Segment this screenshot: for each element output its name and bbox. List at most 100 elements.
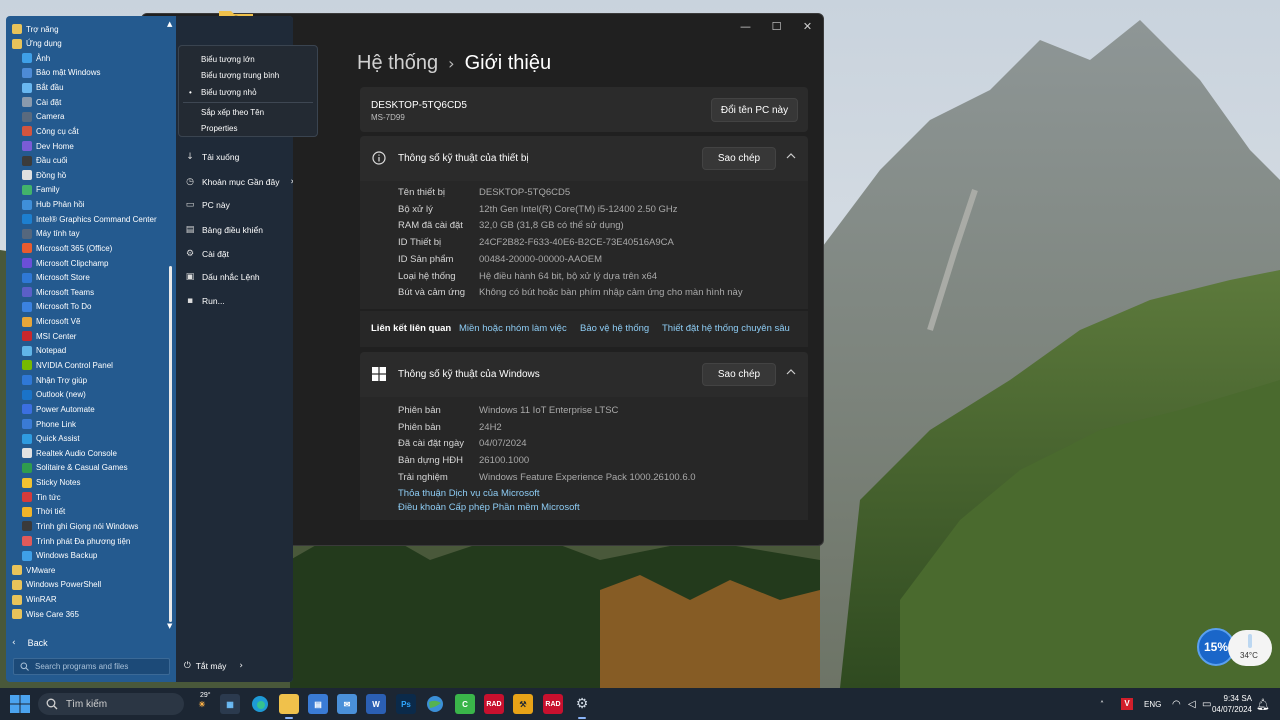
right-item-recent[interactable]: ◷ Khoản mục Gần đây ›: [184, 174, 293, 190]
rad-studio-icon[interactable]: RAD: [484, 694, 504, 714]
program-item[interactable]: Microsoft 365 (Office): [22, 241, 112, 255]
program-item[interactable]: Máy tính tay: [22, 227, 80, 241]
program-item[interactable]: Microsoft Vẽ: [22, 315, 80, 329]
program-item[interactable]: NVIDIA Control Panel: [22, 358, 113, 372]
program-item[interactable]: Bảo mật Windows: [22, 66, 100, 80]
toolbox-icon[interactable]: ⚒: [513, 694, 533, 714]
folder-item[interactable]: WinRAR: [12, 593, 57, 607]
menu-item-properties[interactable]: Properties: [201, 122, 237, 134]
notification-bell-icon[interactable]: 🔔︎: [1256, 688, 1270, 720]
program-item[interactable]: Windows Backup: [22, 549, 97, 563]
scroll-down-icon[interactable]: ▼: [167, 622, 172, 630]
right-item-control-panel[interactable]: ▤ Bảng điều khiển: [184, 222, 263, 238]
program-item[interactable]: Microsoft To Do: [22, 300, 91, 314]
link-microsoft-services-agreement[interactable]: Thỏa thuận Dịch vụ của Microsoft: [398, 488, 540, 499]
scroll-up-icon[interactable]: ▲: [167, 20, 172, 28]
program-item[interactable]: Notepad: [22, 344, 66, 358]
program-item[interactable]: Outlook (new): [22, 388, 86, 402]
photoshop-icon[interactable]: Ps: [396, 694, 416, 714]
program-item[interactable]: Phone Link: [22, 417, 76, 431]
scrollbar-thumb[interactable]: [169, 266, 172, 622]
settings-app-icon[interactable]: ⚙: [572, 694, 592, 714]
program-item[interactable]: Tin tức: [22, 490, 61, 504]
taskbar-clock[interactable]: 9:34 SA 04/07/2024: [1212, 693, 1252, 715]
program-item[interactable]: Bắt đầu: [22, 81, 64, 95]
program-item[interactable]: Nhận Trợ giúp: [22, 373, 87, 387]
mail-icon[interactable]: ✉: [337, 694, 357, 714]
wifi-icon[interactable]: ◠: [1172, 688, 1181, 720]
file-explorer-icon[interactable]: [279, 694, 299, 714]
link-advanced-system-settings[interactable]: Thiết đặt hệ thống chuyên sâu: [662, 323, 790, 334]
rename-pc-button[interactable]: Đổi tên PC này: [711, 98, 798, 122]
chevron-right-icon[interactable]: ›: [239, 661, 242, 671]
volume-icon[interactable]: ◁: [1188, 688, 1196, 720]
program-item[interactable]: Trình phát Đa phương tiện: [22, 534, 130, 548]
program-item[interactable]: Công cụ cắt: [22, 124, 79, 138]
right-item-command-prompt[interactable]: ▣ Dấu nhắc Lệnh: [184, 269, 260, 285]
right-item-settings[interactable]: ⚙ Cài đặt: [184, 246, 229, 262]
chevron-up-icon[interactable]: [786, 367, 796, 377]
program-item[interactable]: Family: [22, 183, 60, 197]
search-programs-input[interactable]: Search programs and files: [13, 658, 170, 675]
language-indicator[interactable]: ENG: [1144, 688, 1161, 720]
start-button-icon[interactable]: [10, 695, 30, 713]
rad-studio-icon-2[interactable]: RAD: [543, 694, 563, 714]
program-item[interactable]: Quick Assist: [22, 432, 80, 446]
program-item[interactable]: Sticky Notes: [22, 476, 80, 490]
close-icon[interactable]: ✕: [792, 16, 823, 36]
link-system-protection[interactable]: Bảo vệ hệ thống: [580, 323, 649, 334]
menu-item-small-icons[interactable]: Biểu tượng nhỏ: [201, 86, 257, 98]
program-item[interactable]: Đầu cuối: [22, 154, 68, 168]
program-item[interactable]: Solitaire & Casual Games: [22, 461, 128, 475]
program-item[interactable]: Trình ghi Giọng nói Windows: [22, 519, 138, 533]
breadcrumb-parent[interactable]: Hệ thống: [357, 52, 438, 75]
device-specs-header[interactable]: Thông số kỹ thuật của thiết bị Sao chép: [360, 136, 808, 181]
program-item[interactable]: Thời tiết: [22, 505, 65, 519]
program-item[interactable]: Intel® Graphics Command Center: [22, 212, 157, 226]
right-item-downloads[interactable]: ↓ Tải xuống: [184, 149, 239, 165]
folder-item[interactable]: Windows PowerShell: [12, 578, 101, 592]
program-item[interactable]: Ảnh: [22, 51, 50, 65]
battery-icon[interactable]: ▭: [1202, 688, 1211, 720]
program-item[interactable]: Microsoft Teams: [22, 285, 94, 299]
program-item[interactable]: Microsoft Store: [22, 271, 90, 285]
camtasia-icon[interactable]: C: [455, 694, 475, 714]
folder-item[interactable]: Trợ năng: [12, 22, 59, 36]
globe-icon[interactable]: [425, 694, 445, 714]
folder-item[interactable]: Ứng dụng: [12, 37, 62, 51]
program-item[interactable]: Dev Home: [22, 139, 74, 153]
folder-item[interactable]: VMware: [12, 563, 55, 577]
copy-windows-specs-button[interactable]: Sao chép: [702, 363, 776, 386]
taskbar-search[interactable]: Tìm kiếm: [38, 693, 184, 715]
windows-specs-header[interactable]: Thông số kỹ thuật của Windows Sao chép: [360, 352, 808, 397]
right-item-run[interactable]: ▪ Run...: [184, 293, 225, 309]
right-item-this-pc[interactable]: ▭ PC này: [184, 197, 230, 213]
program-item[interactable]: Microsoft Clipchamp: [22, 256, 108, 270]
link-domain-workgroup[interactable]: Miền hoặc nhóm làm việc: [459, 323, 567, 334]
notepad-icon[interactable]: ▤: [308, 694, 328, 714]
program-item[interactable]: Camera: [22, 110, 64, 124]
minimize-icon[interactable]: —: [730, 16, 761, 36]
edge-icon[interactable]: [250, 694, 270, 714]
tray-overflow-icon[interactable]: ˄: [1100, 688, 1104, 720]
store-icon[interactable]: ▦: [220, 694, 240, 714]
program-item[interactable]: Cài đặt: [22, 95, 61, 109]
copy-device-specs-button[interactable]: Sao chép: [702, 147, 776, 170]
temperature-widget[interactable]: 34°C: [1228, 630, 1272, 666]
shutdown-button[interactable]: ⏻ Tắt máy ›: [184, 658, 243, 674]
link-microsoft-license-terms[interactable]: Điều khoản Cấp phép Phần mềm Microsoft: [398, 502, 580, 513]
menu-item-sort-by-name[interactable]: Sắp xếp theo Tên: [201, 106, 264, 118]
program-item[interactable]: MSI Center: [22, 329, 76, 343]
program-item[interactable]: Hub Phản hồi: [22, 198, 84, 212]
program-item[interactable]: Power Automate: [22, 402, 95, 416]
chevron-up-icon[interactable]: [786, 151, 796, 161]
antivirus-icon[interactable]: V: [1121, 688, 1133, 720]
program-item[interactable]: Đồng hồ: [22, 168, 66, 182]
back-button[interactable]: ‹ Back: [12, 636, 48, 650]
menu-item-medium-icons[interactable]: Biểu tượng trung bình: [201, 69, 279, 81]
maximize-icon[interactable]: ☐: [761, 16, 792, 36]
word-icon[interactable]: W: [366, 694, 386, 714]
menu-item-large-icons[interactable]: Biểu tượng lớn: [201, 53, 255, 65]
folder-item[interactable]: Wise Care 365: [12, 607, 79, 621]
program-item[interactable]: Realtek Audio Console: [22, 446, 117, 460]
